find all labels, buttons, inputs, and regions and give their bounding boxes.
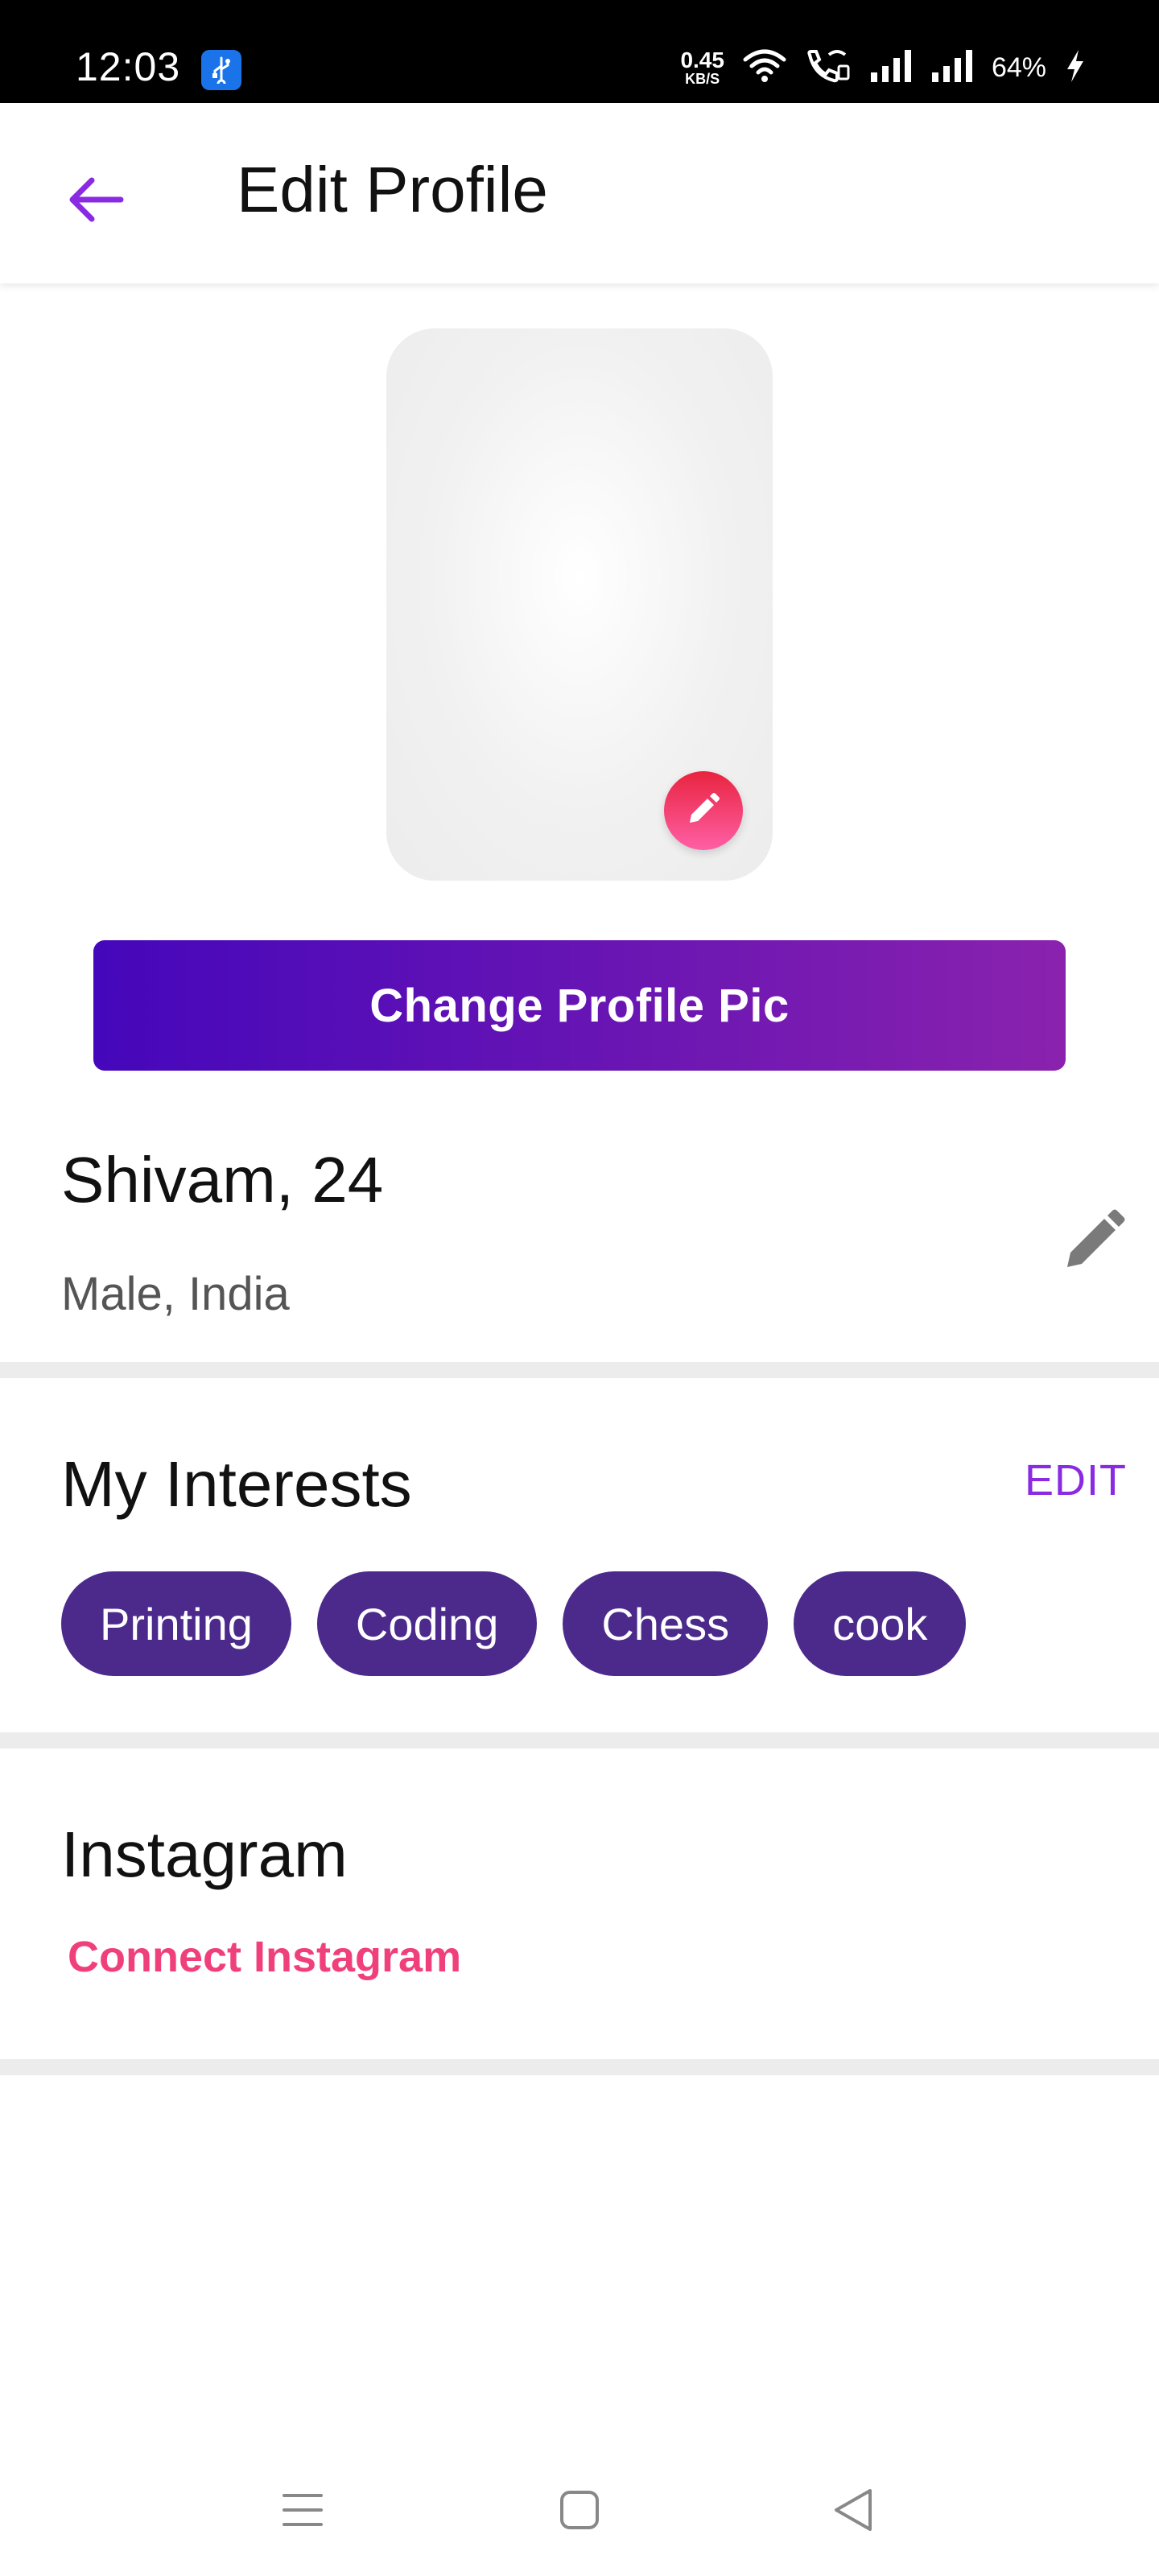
status-bar: 12:03 0.45 KB/S 64% — [0, 0, 1159, 103]
interest-chip[interactable]: Chess — [563, 1571, 769, 1676]
page-title: Edit Profile — [237, 154, 548, 225]
profile-name-age: Shivam, 24 — [61, 1144, 384, 1216]
net-speed-unit: KB/S — [685, 71, 720, 87]
section-divider — [0, 2059, 1159, 2075]
net-speed: 0.45 KB/S — [680, 47, 724, 87]
section-divider — [0, 1732, 1159, 1748]
wifi-call-icon — [805, 48, 852, 88]
menu-icon — [281, 2491, 324, 2533]
section-divider — [0, 1362, 1159, 1378]
charging-icon — [1064, 48, 1087, 88]
back-icon — [831, 2487, 875, 2537]
interest-chip[interactable]: cook — [794, 1571, 967, 1676]
pencil-icon — [685, 791, 722, 832]
interests-list: Printing Coding Chess cook — [61, 1571, 967, 1676]
app-header: Edit Profile — [0, 103, 1159, 283]
status-time: 12:03 — [76, 44, 181, 89]
arrow-left-icon — [68, 175, 126, 228]
connect-instagram-link[interactable]: Connect Instagram — [68, 1932, 461, 1982]
home-icon — [559, 2489, 600, 2535]
home-button[interactable] — [547, 2479, 612, 2544]
interests-edit-button[interactable]: EDIT — [1025, 1455, 1127, 1505]
wifi-icon — [742, 48, 787, 88]
battery-level: 64% — [991, 52, 1046, 83]
profile-edit-button[interactable] — [1056, 1199, 1136, 1280]
instagram-title: Instagram — [61, 1818, 348, 1890]
photo-edit-button[interactable] — [664, 771, 743, 850]
recent-apps-button[interactable] — [270, 2479, 335, 2544]
interest-chip[interactable]: Coding — [316, 1571, 538, 1676]
interests-title: My Interests — [61, 1448, 412, 1520]
status-icons: 0.45 KB/S 64% — [680, 43, 1087, 92]
pencil-icon — [1062, 1204, 1130, 1276]
interest-chip[interactable]: Printing — [61, 1571, 291, 1676]
signal-icon — [869, 48, 913, 88]
back-button[interactable] — [56, 161, 137, 242]
system-nav-bar — [0, 2447, 1159, 2576]
profile-location: Male, India — [61, 1268, 290, 1320]
usb-icon — [201, 50, 241, 90]
nav-back-button[interactable] — [821, 2479, 885, 2544]
change-profile-pic-button[interactable]: Change Profile Pic — [93, 940, 1066, 1071]
signal-icon — [930, 48, 974, 88]
net-speed-value: 0.45 — [680, 47, 724, 72]
